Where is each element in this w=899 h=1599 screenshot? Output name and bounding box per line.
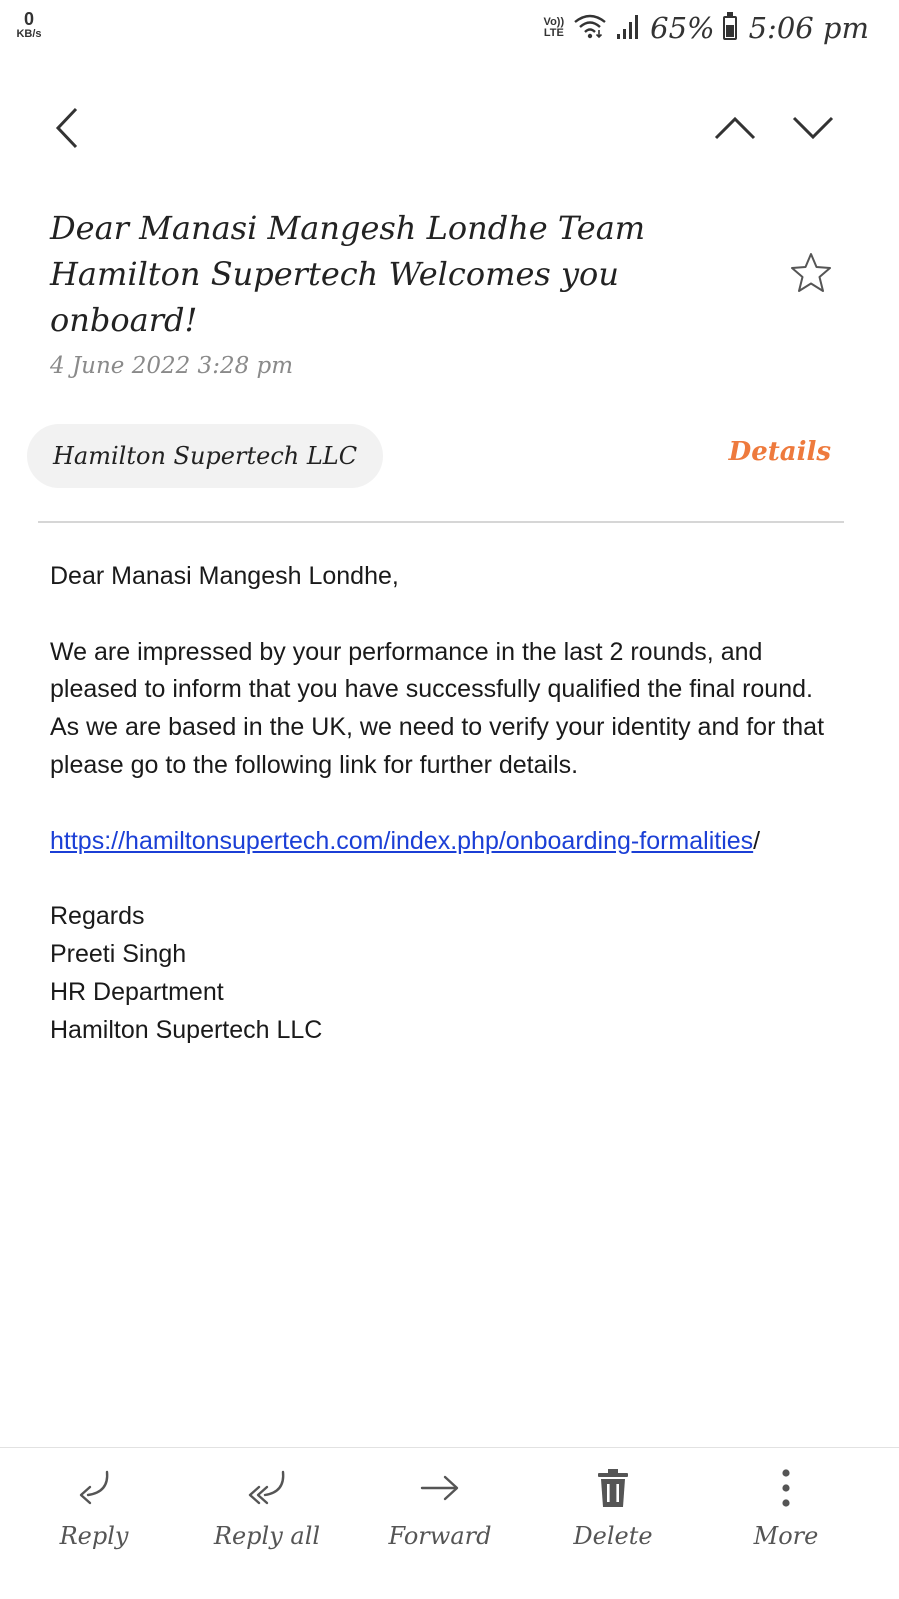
status-bar: 0 KB/s Vo)) LTE 65% 5:06 pm: [0, 0, 899, 56]
link-line: https://hamiltonsupertech.com/index.php/…: [50, 823, 840, 861]
reply-label: Reply: [59, 1522, 129, 1550]
reply-all-button[interactable]: Reply all: [187, 1464, 347, 1574]
reply-all-icon: [245, 1468, 289, 1512]
onboarding-link[interactable]: https://hamiltonsupertech.com/index.php/…: [50, 827, 753, 855]
data-speed-indicator: 0 KB/s: [12, 10, 46, 40]
signature-company: Hamilton Supertech LLC: [50, 1015, 323, 1044]
body-paragraph: We are impressed by your performance in …: [50, 637, 825, 779]
divider: [38, 521, 844, 523]
star-button[interactable]: [784, 248, 838, 302]
star-icon: [789, 251, 833, 299]
data-speed-unit: KB/s: [16, 28, 42, 40]
wifi-icon: [572, 12, 608, 44]
reply-button[interactable]: Reply: [14, 1464, 174, 1574]
status-clock: 5:06 pm: [748, 11, 869, 45]
previous-email-button[interactable]: [708, 100, 762, 160]
chevron-left-icon: [52, 106, 82, 154]
email-subject: Dear Manasi Mangesh Londhe Team Hamilton…: [50, 209, 646, 339]
volte-indicator: Vo)) LTE: [544, 17, 565, 39]
chevron-up-icon: [713, 114, 757, 146]
trash-icon: [595, 1467, 631, 1513]
delete-label: Delete: [573, 1522, 653, 1550]
data-speed-value: 0: [23, 9, 34, 29]
battery-icon: [722, 12, 737, 40]
more-label: More: [753, 1522, 819, 1550]
signature-department: HR Department: [50, 977, 224, 1006]
bottom-action-bar: Reply Reply all Forward Delete More: [0, 1447, 899, 1599]
signature-name: Preeti Singh: [50, 939, 187, 968]
forward-icon: [418, 1470, 462, 1510]
email-body: Dear Manasi Mangesh Londhe, We are impre…: [50, 558, 840, 1049]
details-link[interactable]: Details: [729, 437, 831, 467]
reply-icon: [74, 1468, 114, 1512]
more-button[interactable]: More: [706, 1464, 866, 1574]
next-email-button[interactable]: [786, 100, 840, 160]
sender-chip[interactable]: Hamilton Supertech LLC: [27, 424, 384, 488]
sender-name: Hamilton Supertech LLC: [53, 442, 358, 470]
more-vertical-icon: [780, 1468, 792, 1512]
chevron-down-icon: [791, 114, 835, 146]
greeting: Dear Manasi Mangesh Londhe,: [50, 562, 399, 590]
forward-button[interactable]: Forward: [360, 1464, 520, 1574]
cellular-signal-icon: [616, 12, 642, 44]
email-toolbar: [0, 90, 899, 170]
battery-percentage: 65%: [650, 11, 715, 45]
email-date: 4 June 2022 3:28 pm: [50, 353, 294, 379]
delete-button[interactable]: Delete: [533, 1464, 693, 1574]
link-trailing: /: [753, 826, 761, 855]
lte-label: LTE: [543, 27, 564, 39]
signature-closing: Regards: [50, 902, 145, 931]
forward-label: Forward: [388, 1522, 492, 1550]
reply-all-label: Reply all: [213, 1522, 321, 1550]
back-button[interactable]: [40, 100, 94, 160]
